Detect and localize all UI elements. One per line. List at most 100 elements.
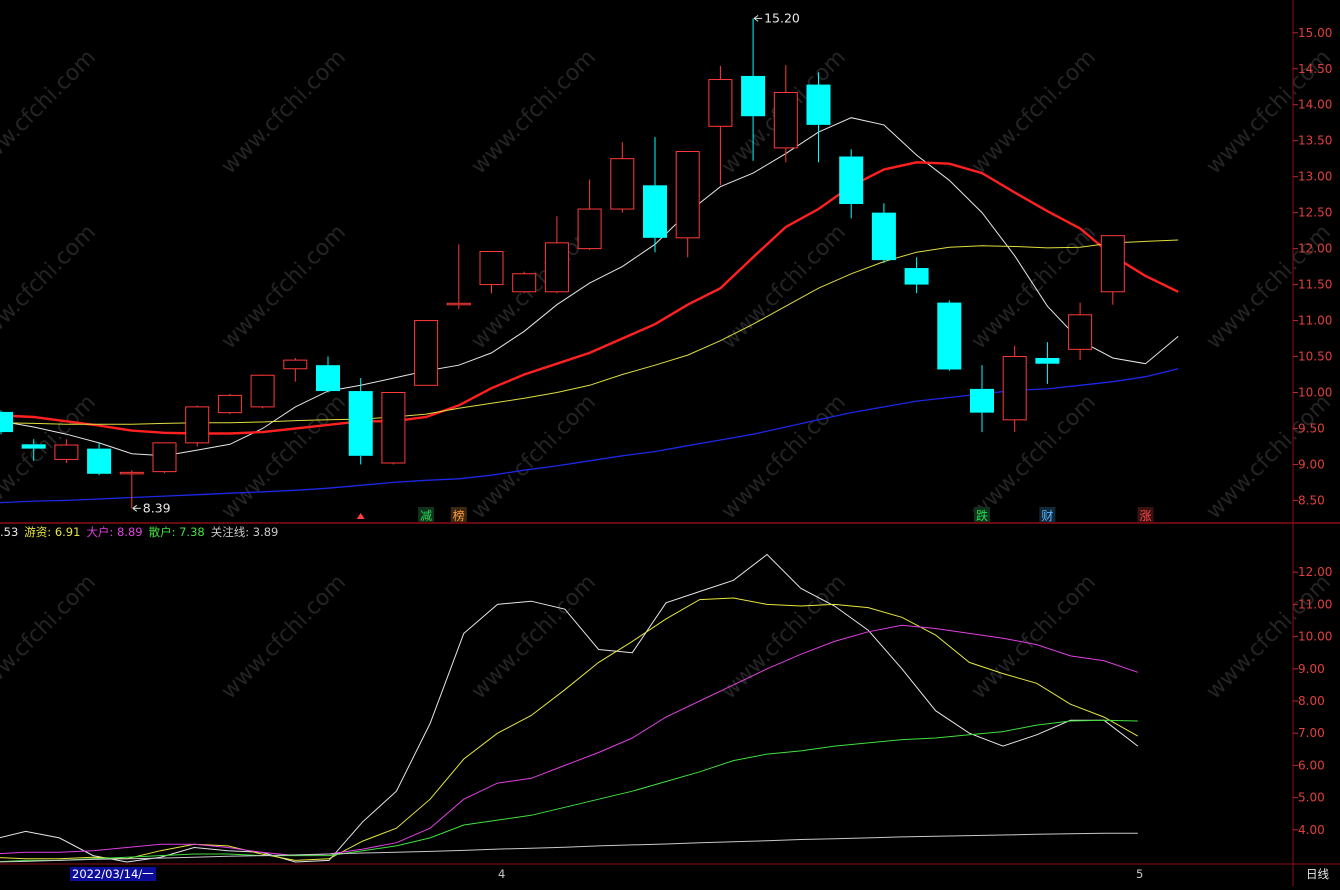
watermark-text-9: www.cfchi.com xyxy=(717,220,851,354)
legend-label-2: 大户: xyxy=(86,525,117,539)
price-tick-label-12: 14.50 xyxy=(1298,62,1332,76)
legend-value-2: 8.89 xyxy=(116,525,143,539)
candle-body-up xyxy=(1068,314,1093,350)
candle-body-up xyxy=(1002,356,1027,421)
indicator-tick-label-6: 10.00 xyxy=(1298,630,1332,644)
candle-body-down xyxy=(0,411,13,433)
watermark-layer: www.cfchi.com www.cfchi.com www.cfchi.com w… xyxy=(0,45,1336,704)
candle-body-down xyxy=(316,365,340,392)
candle-body-down xyxy=(643,185,667,238)
watermark-text-20: www.cfchi.com xyxy=(467,570,601,704)
candle-5[interactable] xyxy=(152,442,177,474)
month-label-5: 5 xyxy=(1136,867,1144,881)
candle-32[interactable] xyxy=(1035,342,1060,384)
watermark-text-21: www.cfchi.com xyxy=(717,570,851,704)
stock-chart[interactable]: www.cfchi.com www.cfchi.com www.cfchi.com w… xyxy=(0,0,1340,886)
month-label-4: 4 xyxy=(498,867,506,881)
candle-26[interactable] xyxy=(839,149,864,219)
candle-body-up xyxy=(479,250,504,286)
candle-body-up xyxy=(381,392,406,464)
candle-11[interactable] xyxy=(348,378,373,465)
candle-10[interactable] xyxy=(316,356,340,393)
candle-body-down xyxy=(937,302,962,370)
candle-0[interactable] xyxy=(0,410,13,435)
candle-12[interactable] xyxy=(381,392,406,465)
watermark-text-15: www.cfchi.com xyxy=(717,390,851,524)
event-marker-3: 财 xyxy=(1041,509,1053,523)
watermark-text-18: www.cfchi.com xyxy=(0,570,101,704)
indicator-tick-label-0: 4.00 xyxy=(1298,823,1325,837)
candle-body-down xyxy=(970,388,994,413)
candle-body-up xyxy=(119,471,144,475)
candle-body-down xyxy=(21,444,46,449)
legend-item-0: .53 xyxy=(0,525,18,539)
candle-body-up xyxy=(610,158,635,210)
candle-body-up xyxy=(414,320,439,386)
annotation-label-0: 15.20 xyxy=(764,10,800,25)
event-marker-0: 减 xyxy=(420,509,432,523)
price-tick-label-11: 14.00 xyxy=(1298,98,1332,112)
price-tick-label-3: 10.00 xyxy=(1298,386,1332,400)
candle-8[interactable] xyxy=(250,374,275,409)
price-tick-label-0: 8.50 xyxy=(1298,493,1325,507)
candle-body-down xyxy=(904,268,929,285)
legend-label-3: 散户: xyxy=(148,525,180,539)
candle-body-down xyxy=(871,212,896,261)
price-tick-label-4: 10.50 xyxy=(1298,350,1332,364)
candle-13[interactable] xyxy=(414,320,439,386)
indicator-tick-label-5: 9.00 xyxy=(1298,662,1325,676)
indicator-legend: .53 游资: 6.91 大户: 8.89 散户: 7.38 关注线: 3.89 xyxy=(0,524,284,540)
indicator-line-guanzhu xyxy=(0,832,1138,863)
candle-4[interactable] xyxy=(119,470,144,509)
indicator-tick-label-1: 5.00 xyxy=(1298,791,1325,805)
candle-14[interactable] xyxy=(446,244,471,310)
legend-item-2: 大户: 8.89 xyxy=(86,525,142,539)
candle-body-down xyxy=(87,448,112,474)
price-tick-label-2: 9.50 xyxy=(1298,421,1325,435)
indicator-tick-label-4: 8.00 xyxy=(1298,694,1325,708)
candle-body-up xyxy=(1100,235,1125,293)
legend-value-4: 3.89 xyxy=(252,525,279,539)
candle-20[interactable] xyxy=(643,137,667,253)
watermark-text-14: www.cfchi.com xyxy=(467,390,601,524)
candle-body-up xyxy=(708,79,733,127)
candle-16[interactable] xyxy=(512,271,537,294)
indicator-line-sanhu xyxy=(0,719,1138,863)
candle-18[interactable] xyxy=(577,179,602,251)
legend-label-0: .53 xyxy=(0,525,19,539)
candle-29[interactable] xyxy=(937,300,962,371)
candle-31[interactable] xyxy=(1002,345,1027,433)
candle-34[interactable] xyxy=(1100,235,1125,305)
indicator-tick-label-7: 11.00 xyxy=(1298,597,1332,611)
legend-item-1: 游资: 6.91 xyxy=(24,525,80,539)
period-label[interactable]: 日线 xyxy=(1306,867,1329,881)
candle-7[interactable] xyxy=(217,393,242,415)
candle-24[interactable] xyxy=(773,65,798,163)
candle-28[interactable] xyxy=(904,257,929,294)
price-tick-label-13: 15.00 xyxy=(1298,26,1332,40)
candle-33[interactable] xyxy=(1068,302,1093,361)
candle-body-up xyxy=(446,302,471,306)
watermark-text-22: www.cfchi.com xyxy=(967,570,1101,704)
candle-27[interactable] xyxy=(871,203,896,263)
candle-30[interactable] xyxy=(970,365,994,433)
candle-15[interactable] xyxy=(479,250,504,294)
price-tick-label-10: 13.50 xyxy=(1298,134,1332,148)
candle-21[interactable] xyxy=(675,150,700,258)
indicator-line-dahu xyxy=(0,624,1138,857)
watermark-text-19: www.cfchi.com xyxy=(217,570,351,704)
candle-19[interactable] xyxy=(610,142,635,213)
legend-value-3: 7.38 xyxy=(179,525,205,539)
candle-body-up xyxy=(512,273,537,293)
legend-label-1: 游资: xyxy=(24,525,55,539)
watermark-text-6: www.cfchi.com xyxy=(0,220,101,354)
candle-17[interactable] xyxy=(544,216,569,294)
chart-canvas: www.cfchi.com www.cfchi.com www.cfchi.com w… xyxy=(0,0,1340,886)
candle-9[interactable] xyxy=(283,357,308,382)
candle-25[interactable] xyxy=(806,72,831,163)
watermark-text-12: www.cfchi.com xyxy=(0,390,101,524)
candle-3[interactable] xyxy=(87,442,112,476)
candle-body-down xyxy=(839,156,864,205)
price-tick-label-9: 13.00 xyxy=(1298,170,1332,184)
candle-6[interactable] xyxy=(185,405,210,447)
